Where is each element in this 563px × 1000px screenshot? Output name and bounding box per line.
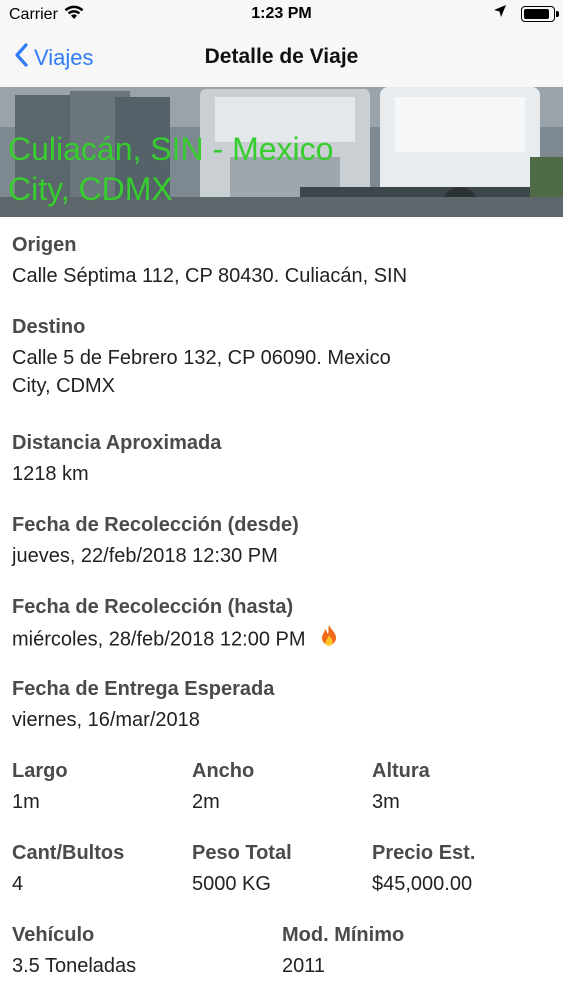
distance-label: Distancia Aproximada [12,432,222,454]
hero-banner: Culiacán, SIN - Mexico City, CDMX [0,87,563,217]
width-field: Ancho 2m [192,758,372,840]
status-bar: Carrier 1:23 PM [0,0,563,30]
destination-line2: City, CDMX [12,375,115,397]
pickup-to-value: miércoles, 28/feb/2018 12:00 PM [12,628,306,651]
pickup-to-field: Fecha de Recolección (hasta) miércoles, … [12,594,552,676]
status-right [493,4,559,23]
pickup-from-label: Fecha de Recolección (desde) [12,514,299,536]
height-field: Altura 3m [372,758,552,840]
weight-label: Peso Total [192,842,292,864]
page-title: Detalle de Viaje [204,45,359,68]
packages-label: Cant/Bultos [12,842,125,864]
route-title-line1: Culiacán, SIN - Mexico [8,131,334,167]
packages-field: Cant/Bultos 4 [12,840,192,922]
packages-value: 4 [12,873,24,895]
destination-field: Destino Calle 5 de Febrero 132, CP 06090… [12,314,552,430]
navigation-bar: Viajes Detalle de Viaje [0,30,563,87]
origin-label: Origen [12,234,77,256]
pickup-from-field: Fecha de Recolección (desde) jueves, 22/… [12,512,552,594]
origin-value: Calle Séptima 112, CP 80430. Culiacán, S… [12,265,408,287]
status-time: 1:23 PM [251,5,312,22]
model-value: 2011 [282,955,326,977]
width-label: Ancho [192,760,255,782]
battery-icon [521,5,559,22]
vehicle-value: 3.5 Toneladas [12,955,137,977]
height-value: 3m [372,791,400,813]
route-title-line2: City, CDMX [8,171,173,207]
weight-value: 5000 KG [192,873,271,895]
destination-line1: Calle 5 de Febrero 132, CP 06090. Mexico [12,347,391,369]
location-arrow-icon [493,4,507,23]
origin-field: Origen Calle Séptima 112, CP 80430. Culi… [12,232,552,314]
fire-icon [319,624,339,656]
model-label: Mod. Mínimo [282,924,405,946]
price-label: Precio Est. [372,842,476,864]
vehicle-field: Vehículo 3.5 Toneladas [12,922,282,1000]
length-field: Largo 1m [12,758,192,840]
destination-value: Calle 5 de Febrero 132, CP 06090. Mexico… [12,344,552,400]
price-field: Precio Est. $45,000.00 [372,840,552,922]
weight-field: Peso Total 5000 KG [192,840,372,922]
delivery-value: viernes, 16/mar/2018 [12,709,200,731]
length-value: 1m [12,791,40,813]
pickup-to-row: miércoles, 28/feb/2018 12:00 PM [12,624,552,656]
destination-label: Destino [12,316,86,338]
delivery-field: Fecha de Entrega Esperada viernes, 16/ma… [12,676,552,758]
model-field: Mod. Mínimo 2011 [282,922,552,1000]
distance-value: 1218 km [12,463,89,485]
delivery-label: Fecha de Entrega Esperada [12,678,275,700]
pickup-to-label: Fecha de Recolección (hasta) [12,596,294,618]
width-value: 2m [192,791,220,813]
price-value: $45,000.00 [372,873,473,895]
dimensions-row: Largo 1m Ancho 2m Altura 3m [12,758,552,840]
trip-details: Origen Calle Séptima 112, CP 80430. Culi… [12,232,552,1000]
vehicle-label: Vehículo [12,924,95,946]
pickup-from-value: jueves, 22/feb/2018 12:30 PM [12,545,278,567]
height-label: Altura [372,760,430,782]
route-title: Culiacán, SIN - Mexico City, CDMX [8,129,428,209]
cargo-row: Cant/Bultos 4 Peso Total 5000 KG Precio … [12,840,552,922]
distance-field: Distancia Aproximada 1218 km [12,430,552,512]
length-label: Largo [12,760,68,782]
battery-fill [524,8,550,19]
vehicle-row: Vehículo 3.5 Toneladas Mod. Mínimo 2011 [12,922,552,1000]
